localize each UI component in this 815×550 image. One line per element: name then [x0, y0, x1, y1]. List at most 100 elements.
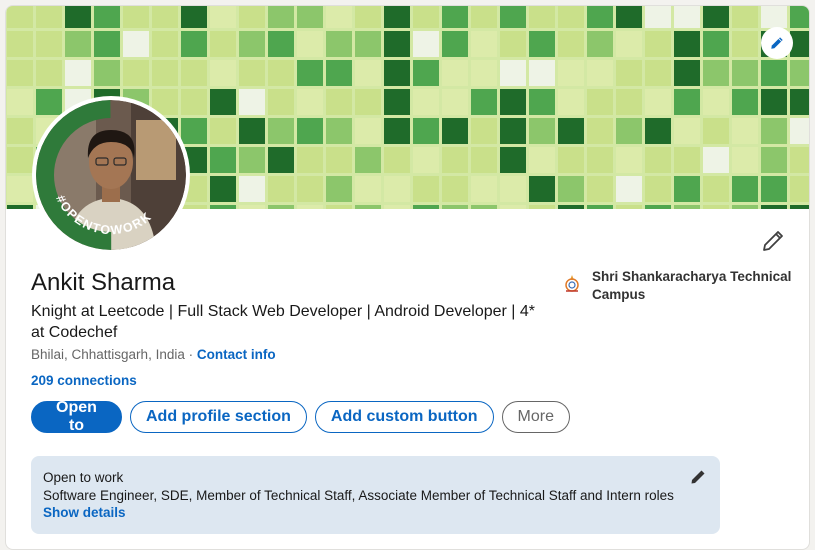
banner-tile	[413, 176, 439, 202]
banner-tile	[152, 6, 178, 28]
banner-tile	[297, 6, 323, 28]
banner-tile	[674, 118, 700, 144]
banner-tile	[616, 60, 642, 86]
banner-tile	[732, 89, 758, 115]
pencil-icon	[691, 470, 705, 484]
banner-tile	[587, 31, 613, 57]
pencil-icon	[763, 231, 783, 251]
show-details-link[interactable]: Show details	[43, 504, 708, 522]
banner-tile	[384, 118, 410, 144]
banner-tile	[181, 6, 207, 28]
banner-tile	[239, 6, 265, 28]
banner-tile	[7, 31, 33, 57]
profile-photo: #OPENTOWORK	[36, 100, 186, 250]
banner-tile	[442, 89, 468, 115]
connections-link[interactable]: 209 connections	[31, 373, 137, 388]
profile-actions: Open to Add profile section Add custom b…	[31, 399, 570, 434]
banner-tile	[152, 31, 178, 57]
banner-tile	[471, 60, 497, 86]
banner-tile	[732, 6, 758, 28]
banner-tile	[36, 60, 62, 86]
banner-tile	[500, 205, 526, 209]
banner-tile	[732, 147, 758, 173]
banner-tile	[645, 89, 671, 115]
contact-info-link[interactable]: Contact info	[197, 347, 276, 362]
banner-tile	[181, 60, 207, 86]
banner-tile	[616, 205, 642, 209]
banner-tile	[94, 60, 120, 86]
banner-tile	[587, 89, 613, 115]
banner-tile	[790, 31, 809, 57]
banner-tile	[529, 147, 555, 173]
banner-tile	[732, 205, 758, 209]
banner-tile	[529, 205, 555, 209]
banner-tile	[616, 89, 642, 115]
banner-tile	[587, 60, 613, 86]
banner-tile	[384, 6, 410, 28]
banner-tile	[645, 118, 671, 144]
banner-tile	[529, 6, 555, 28]
banner-tile	[674, 6, 700, 28]
banner-tile	[587, 6, 613, 28]
banner-tile	[413, 89, 439, 115]
banner-tile	[500, 31, 526, 57]
banner-tile	[239, 60, 265, 86]
banner-tile	[674, 89, 700, 115]
banner-tile	[529, 118, 555, 144]
edit-open-to-work-button[interactable]	[690, 469, 706, 485]
banner-tile	[268, 118, 294, 144]
add-custom-button[interactable]: Add custom button	[314, 401, 494, 433]
banner-tile	[7, 147, 33, 173]
banner-tile	[297, 31, 323, 57]
banner-tile	[442, 118, 468, 144]
banner-tile	[239, 31, 265, 57]
banner-tile	[442, 60, 468, 86]
banner-tile	[36, 31, 62, 57]
banner-tile	[36, 89, 62, 115]
avatar[interactable]: #OPENTOWORK	[32, 96, 190, 254]
banner-tile	[355, 176, 381, 202]
banner-tile	[529, 176, 555, 202]
banner-tile	[732, 118, 758, 144]
education-link[interactable]: Shri Shankaracharya Technical Campus	[562, 268, 792, 304]
location-line: Bhilai, Chhattisgarh, India · Contact in…	[31, 347, 276, 362]
banner-tile	[790, 147, 809, 173]
profile-headline: Knight at Leetcode | Full Stack Web Deve…	[31, 303, 536, 341]
banner-tile	[210, 31, 236, 57]
banner-tile	[7, 89, 33, 115]
edit-intro-button[interactable]	[761, 229, 785, 253]
pencil-icon	[771, 37, 783, 49]
banner-tile	[761, 89, 787, 115]
open-to-button[interactable]: Open to	[31, 399, 122, 434]
banner-tile	[384, 89, 410, 115]
banner-tile	[761, 205, 787, 209]
banner-tile	[123, 6, 149, 28]
banner-tile	[645, 205, 671, 209]
edit-banner-button[interactable]	[761, 27, 793, 59]
banner-tile	[558, 118, 584, 144]
banner-tile	[36, 6, 62, 28]
banner-tile	[326, 60, 352, 86]
banner-tile	[210, 6, 236, 28]
banner-tile	[413, 6, 439, 28]
banner-tile	[268, 31, 294, 57]
banner-tile	[790, 6, 809, 28]
banner-tile	[326, 118, 352, 144]
banner-tile	[413, 60, 439, 86]
profile-name: Ankit Sharma	[31, 269, 176, 296]
banner-tile	[471, 6, 497, 28]
open-to-work-roles: Software Engineer, SDE, Member of Techni…	[43, 488, 674, 503]
banner-tile	[471, 147, 497, 173]
banner-tile	[616, 118, 642, 144]
banner-tile	[210, 147, 236, 173]
banner-tile	[790, 205, 809, 209]
banner-tile	[413, 31, 439, 57]
add-profile-section-button[interactable]: Add profile section	[130, 401, 307, 433]
banner-tile	[703, 205, 729, 209]
more-button[interactable]: More	[501, 401, 570, 433]
banner-tile	[326, 176, 352, 202]
profile-card: #OPENTOWORK Ankit Sharma Knight at Leetc…	[5, 5, 810, 550]
banner-tile	[384, 176, 410, 202]
banner-tile	[355, 31, 381, 57]
banner-tile	[587, 118, 613, 144]
